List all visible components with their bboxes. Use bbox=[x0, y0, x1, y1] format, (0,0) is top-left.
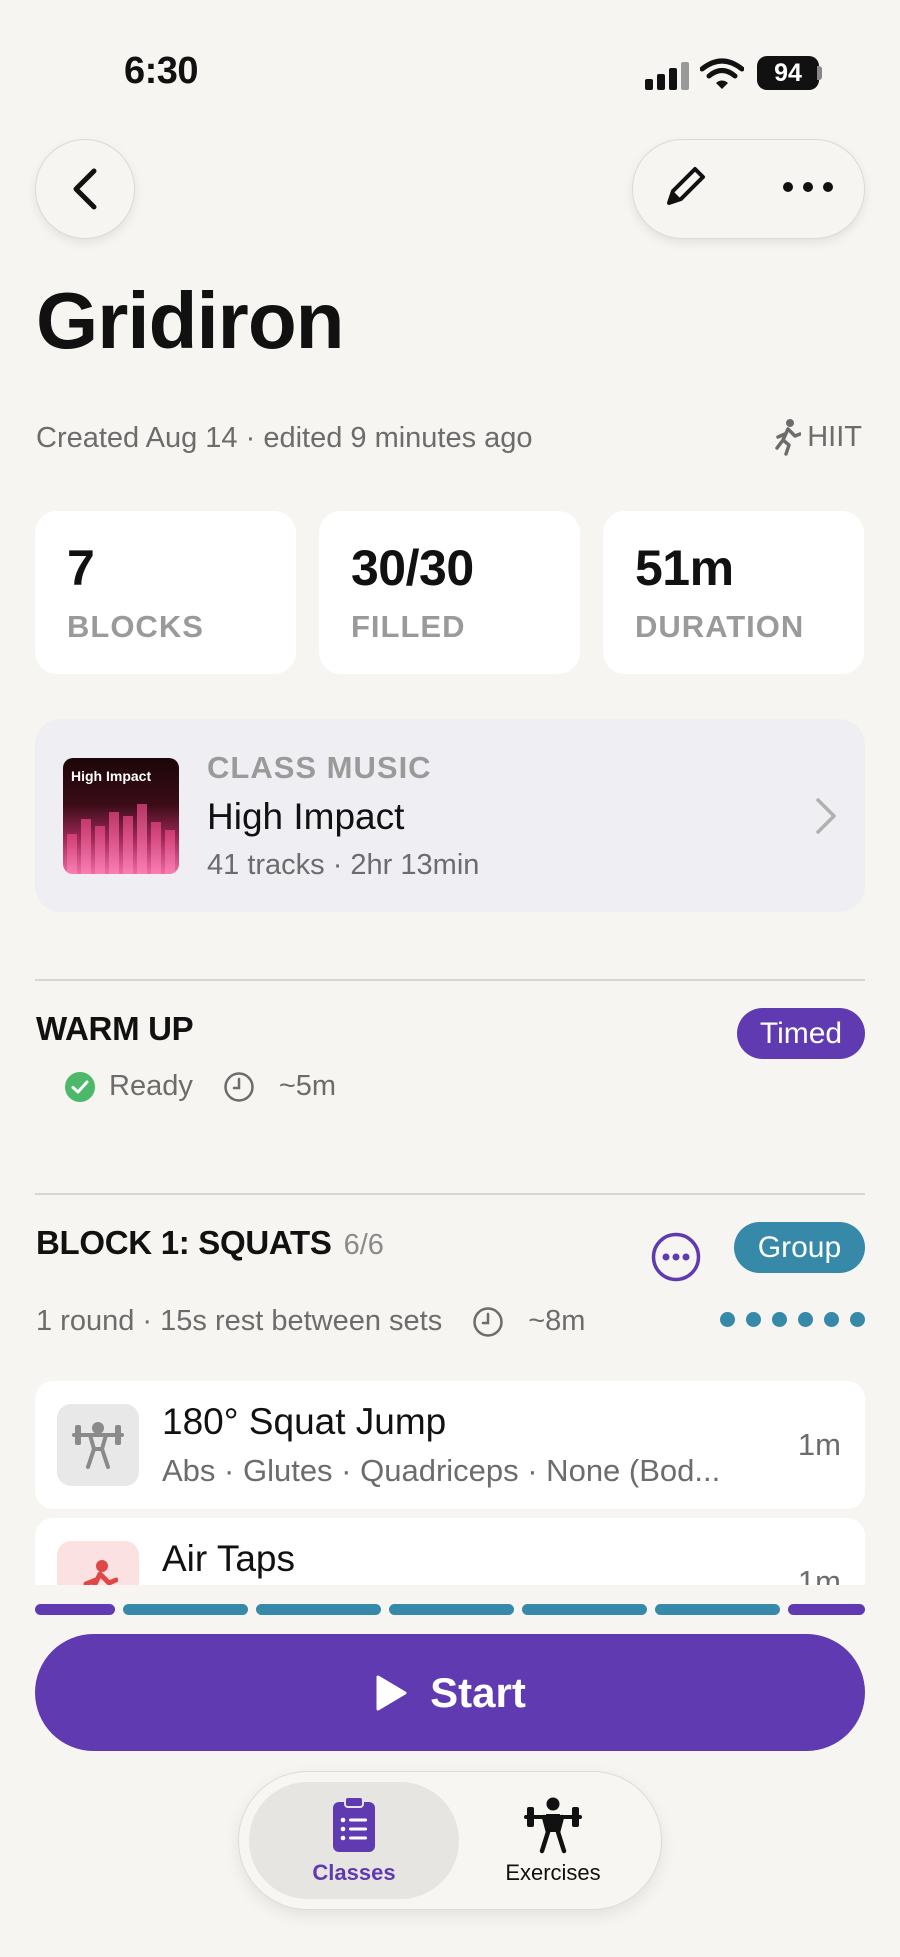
class-meta: Created Aug 14 · edited 9 minutes ago bbox=[36, 422, 533, 454]
music-title: High Impact bbox=[207, 796, 405, 837]
back-button[interactable] bbox=[35, 139, 135, 239]
running-person-icon bbox=[775, 419, 802, 456]
warmup-status: Ready bbox=[109, 1070, 193, 1102]
stat-label: FILLED bbox=[351, 609, 466, 644]
exercise-name: 180° Squat Jump bbox=[162, 1401, 447, 1442]
tab-classes[interactable]: Classes bbox=[249, 1782, 459, 1899]
tab-bar: Classes Exercises bbox=[238, 1771, 662, 1910]
tab-label: Exercises bbox=[505, 1859, 601, 1885]
block1-count: 6/6 bbox=[343, 1229, 384, 1261]
exercise-duration: 1m bbox=[797, 1427, 841, 1462]
more-options-button[interactable] bbox=[782, 180, 834, 198]
stat-label: BLOCKS bbox=[67, 609, 204, 644]
stat-label: DURATION bbox=[635, 609, 805, 644]
chevron-left-icon bbox=[73, 168, 97, 210]
playlist-artwork: High Impact bbox=[63, 758, 179, 874]
set-dot bbox=[798, 1312, 813, 1327]
set-dot bbox=[850, 1312, 865, 1327]
stat-filled: 30/30 FILLED bbox=[319, 511, 580, 674]
status-time: 6:30 bbox=[124, 50, 199, 92]
artwork-title: High Impact bbox=[71, 768, 152, 784]
block-options-button[interactable] bbox=[651, 1232, 701, 1287]
cellular-signal-icon bbox=[645, 62, 689, 90]
block1-duration: ~8m bbox=[528, 1305, 586, 1337]
battery-indicator: 94 bbox=[757, 56, 819, 90]
weightlifter-icon bbox=[524, 1797, 582, 1853]
wifi-icon bbox=[699, 58, 745, 90]
set-dot bbox=[746, 1312, 761, 1327]
divider bbox=[35, 979, 865, 981]
more-circle-icon bbox=[651, 1232, 701, 1282]
tab-label: Classes bbox=[312, 1859, 396, 1885]
play-icon bbox=[376, 1675, 407, 1710]
pencil-icon bbox=[667, 166, 705, 205]
ellipsis-icon bbox=[783, 182, 833, 192]
stat-blocks: 7 BLOCKS bbox=[35, 511, 296, 674]
chevron-right-icon bbox=[816, 798, 836, 834]
class-category: HIIT bbox=[773, 418, 862, 456]
page-title: Gridiron bbox=[36, 276, 345, 365]
class-progress-bar bbox=[35, 1604, 865, 1615]
block1-meta: 1 round · 15s rest between sets ~8m bbox=[36, 1305, 585, 1338]
stat-value: 7 bbox=[67, 540, 95, 596]
music-subtitle: 41 tracks · 2hr 13min bbox=[207, 849, 480, 881]
clock-icon bbox=[224, 1071, 254, 1102]
divider bbox=[35, 1193, 865, 1195]
warmup-meta: Ready ~5m bbox=[64, 1070, 336, 1103]
edit-button[interactable] bbox=[661, 163, 709, 216]
category-label: HIIT bbox=[807, 420, 862, 453]
exercise-name: Air Taps bbox=[162, 1538, 295, 1579]
set-dot bbox=[772, 1312, 787, 1327]
clipboard-list-icon bbox=[333, 1795, 375, 1852]
battery-cap bbox=[817, 66, 822, 80]
stat-duration: 51m DURATION bbox=[603, 511, 864, 674]
class-music-card[interactable]: High Impact CLASS MUSIC High Impact 41 t… bbox=[35, 719, 865, 912]
check-circle-icon bbox=[65, 1071, 95, 1102]
start-label: Start bbox=[430, 1668, 526, 1716]
block1-header[interactable]: BLOCK 1: SQUATS 6/6 bbox=[36, 1224, 384, 1262]
stat-value: 30/30 bbox=[351, 540, 474, 596]
set-dot bbox=[720, 1312, 735, 1327]
weightlift-icon bbox=[57, 1404, 139, 1486]
group-badge: Group bbox=[734, 1222, 865, 1273]
start-button[interactable]: Start bbox=[35, 1634, 865, 1751]
music-kicker: CLASS MUSIC bbox=[207, 750, 432, 785]
exercise-detail: Abs · Glutes · Quadriceps · None (Bod... bbox=[162, 1453, 721, 1488]
warmup-duration: ~5m bbox=[278, 1070, 337, 1102]
clock-icon bbox=[473, 1306, 503, 1337]
block1-set-dots bbox=[720, 1312, 865, 1327]
block1-details: 1 round · 15s rest between sets bbox=[36, 1305, 443, 1337]
timed-badge: Timed bbox=[737, 1008, 865, 1059]
header-actions bbox=[632, 139, 865, 239]
exercise-row[interactable]: 180° Squat Jump Abs · Glutes · Quadricep… bbox=[35, 1381, 865, 1509]
warmup-title[interactable]: WARM UP bbox=[36, 1010, 194, 1048]
block1-title: BLOCK 1: SQUATS bbox=[36, 1224, 332, 1261]
set-dot bbox=[824, 1312, 839, 1327]
tab-exercises[interactable]: Exercises bbox=[453, 1782, 653, 1899]
stat-value: 51m bbox=[635, 540, 734, 596]
